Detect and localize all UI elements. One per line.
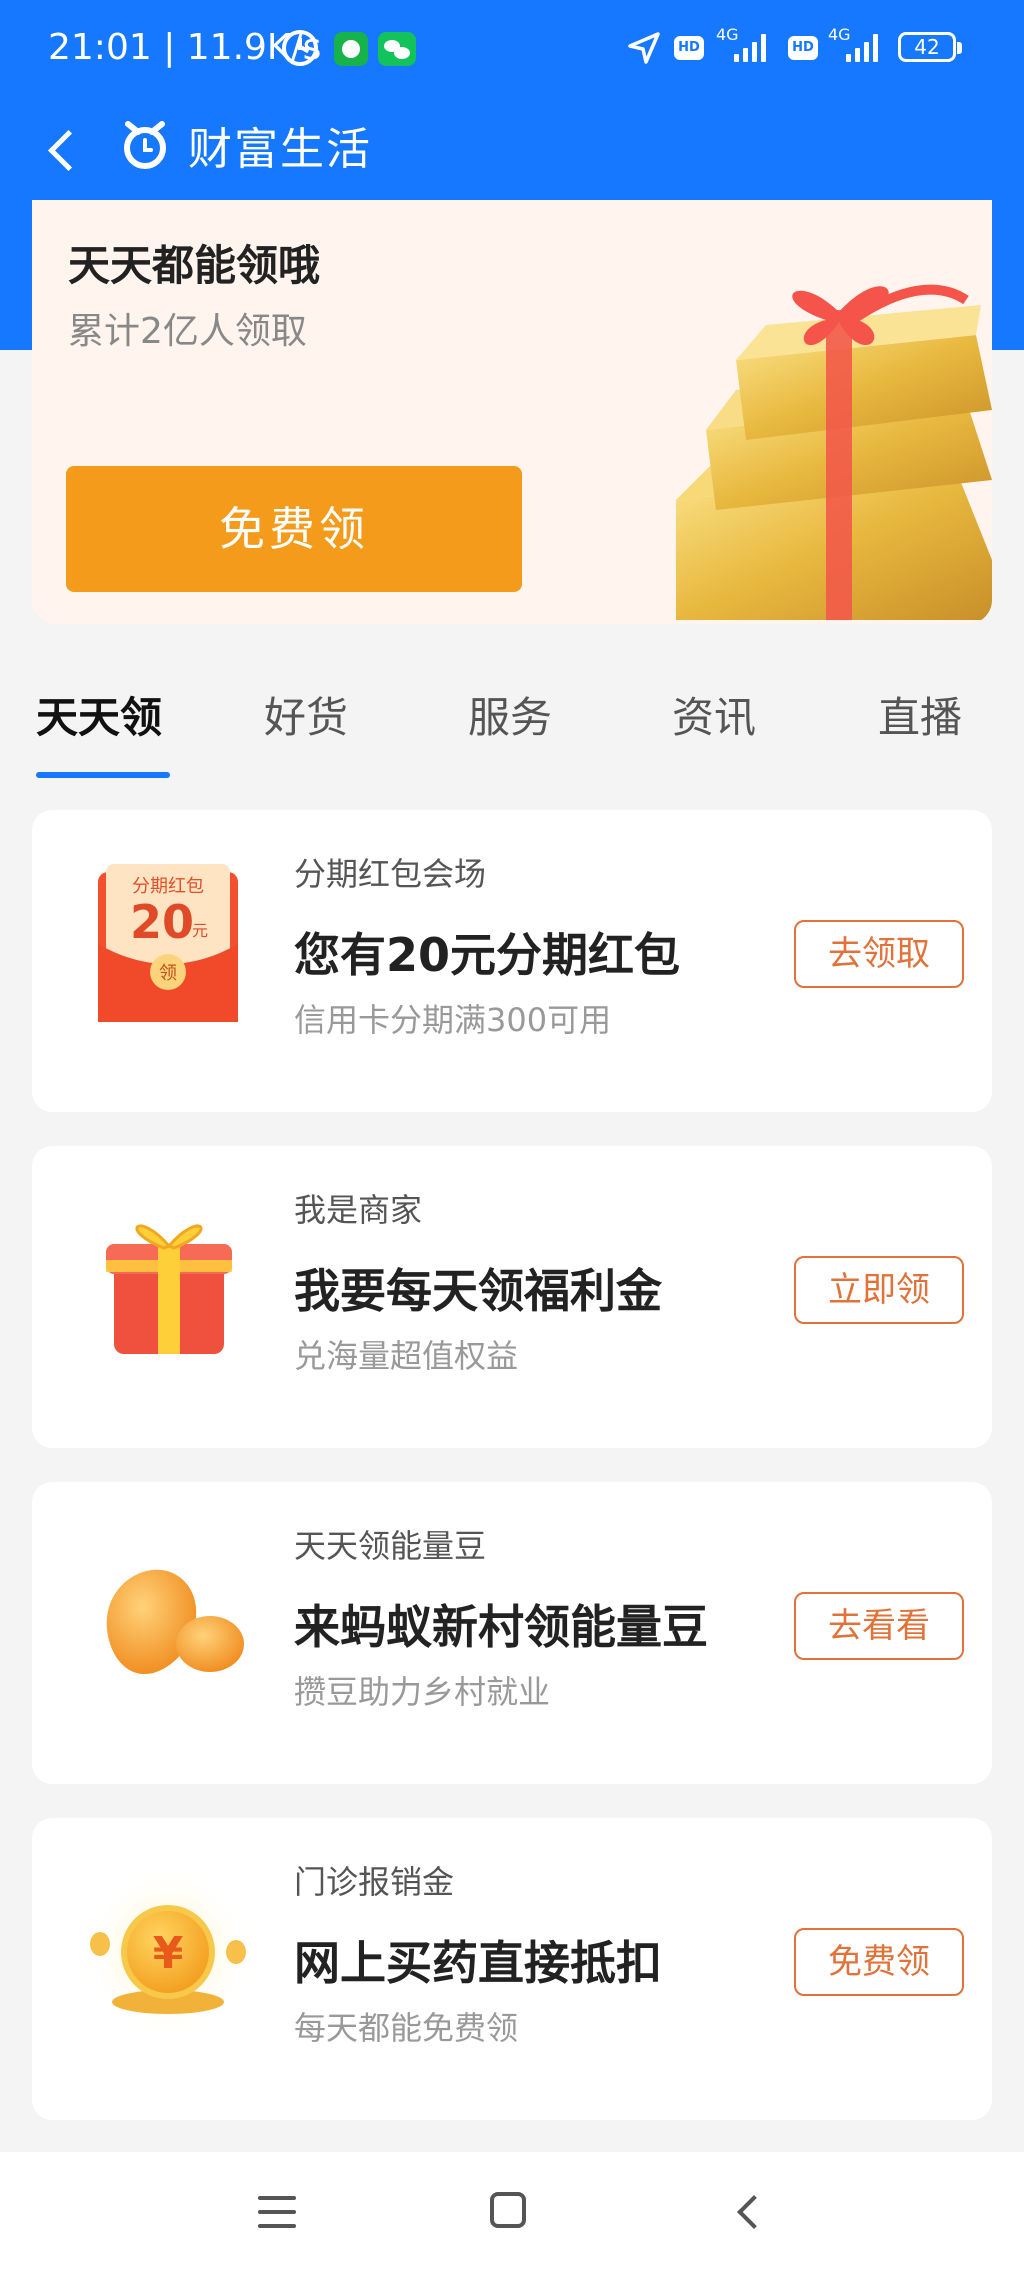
claim-button[interactable]: 去领取 — [794, 920, 964, 988]
envelope-seal: 领 — [159, 963, 177, 984]
tab-bar: 天天领 好货 服务 资讯 直播 — [0, 676, 1024, 786]
battery-icon: 42 — [898, 32, 962, 62]
coin-symbol: ¥ — [153, 1928, 184, 1979]
card-title: 我要每天领福利金 — [294, 1264, 662, 1318]
active-tab-indicator — [36, 772, 170, 778]
hero-subtitle: 累计2亿人领取 — [68, 311, 307, 352]
free-claim-button[interactable]: 免费领 — [66, 466, 522, 592]
tab-daily[interactable]: 天天领 — [36, 690, 162, 746]
page-title: 财富生活 — [188, 124, 372, 175]
envelope-amount: 20 — [130, 895, 194, 949]
view-button[interactable]: 去看看 — [794, 1592, 964, 1660]
hero-title: 天天都能领哦 — [68, 241, 321, 290]
status-bar: 21:01 | 11.9K/s HD 4G HD 4G 42 — [0, 0, 1024, 100]
list-item[interactable]: 我是商家 我要每天领福利金 兑海量超值权益 立即领 — [32, 1146, 992, 1448]
energy-bean-icon — [106, 1569, 244, 1675]
hero-banner[interactable]: 天天都能领哦 累计2亿人领取 免费领 — [32, 200, 992, 624]
navigation-bar: 财富生活 — [0, 100, 1024, 200]
home-icon[interactable] — [490, 2192, 526, 2228]
gold-bars-gift-icon — [676, 284, 992, 620]
card-category: 分期红包会场 — [294, 855, 487, 893]
yuan-coin-icon: ¥ — [80, 1864, 256, 2040]
hd-icon: HD — [674, 36, 704, 60]
location-icon — [628, 32, 660, 64]
card-category: 门诊报销金 — [294, 1863, 455, 1901]
claim-now-button[interactable]: 立即领 — [794, 1256, 964, 1324]
red-envelope-icon: 分期红包 20 元 领 — [98, 864, 238, 1022]
card-category: 天天领能量豆 — [294, 1527, 487, 1565]
free-claim-card-button[interactable]: 免费领 — [794, 1928, 964, 1996]
tab-services[interactable]: 服务 — [468, 690, 552, 746]
wechat-icon — [378, 32, 416, 66]
list-item[interactable]: ¥ 门诊报销金 网上买药直接抵扣 每天都能免费领 免费领 — [32, 1818, 992, 2120]
status-time: 21:01 | 11.9K/s — [48, 27, 322, 68]
signal-icon — [734, 34, 774, 62]
wealth-logo-icon — [124, 121, 166, 169]
alarm-icon — [282, 30, 318, 66]
card-title: 您有20元分期红包 — [294, 928, 681, 982]
card-title: 网上买药直接抵扣 — [294, 1936, 662, 1990]
back-icon[interactable] — [728, 2190, 768, 2230]
card-subtitle: 攒豆助力乡村就业 — [294, 1673, 551, 1711]
back-icon[interactable] — [40, 114, 90, 184]
hd-icon: HD — [788, 36, 818, 60]
list-item[interactable]: 天天领能量豆 来蚂蚁新村领能量豆 攒豆助力乡村就业 去看看 — [32, 1482, 992, 1784]
card-subtitle: 信用卡分期满300可用 — [294, 1001, 612, 1039]
card-title: 来蚂蚁新村领能量豆 — [294, 1600, 708, 1654]
tab-goods[interactable]: 好货 — [264, 690, 348, 746]
list-item[interactable]: 分期红包 20 元 领 分期红包会场 您有20元分期红包 信用卡分期满300可用… — [32, 810, 992, 1112]
envelope-label: 分期红包 — [132, 876, 204, 897]
tab-news[interactable]: 资讯 — [672, 690, 756, 746]
tab-live[interactable]: 直播 — [878, 690, 962, 746]
system-navigation-bar — [0, 2152, 1024, 2276]
gift-box-icon — [106, 1224, 232, 1354]
card-category: 我是商家 — [294, 1191, 423, 1229]
menu-icon[interactable] — [258, 2196, 296, 2228]
signal-icon — [846, 34, 886, 62]
card-subtitle: 每天都能免费领 — [294, 2009, 519, 2047]
envelope-unit: 元 — [192, 921, 208, 940]
card-subtitle: 兑海量超值权益 — [294, 1337, 519, 1375]
app-notification-icon — [334, 32, 368, 66]
